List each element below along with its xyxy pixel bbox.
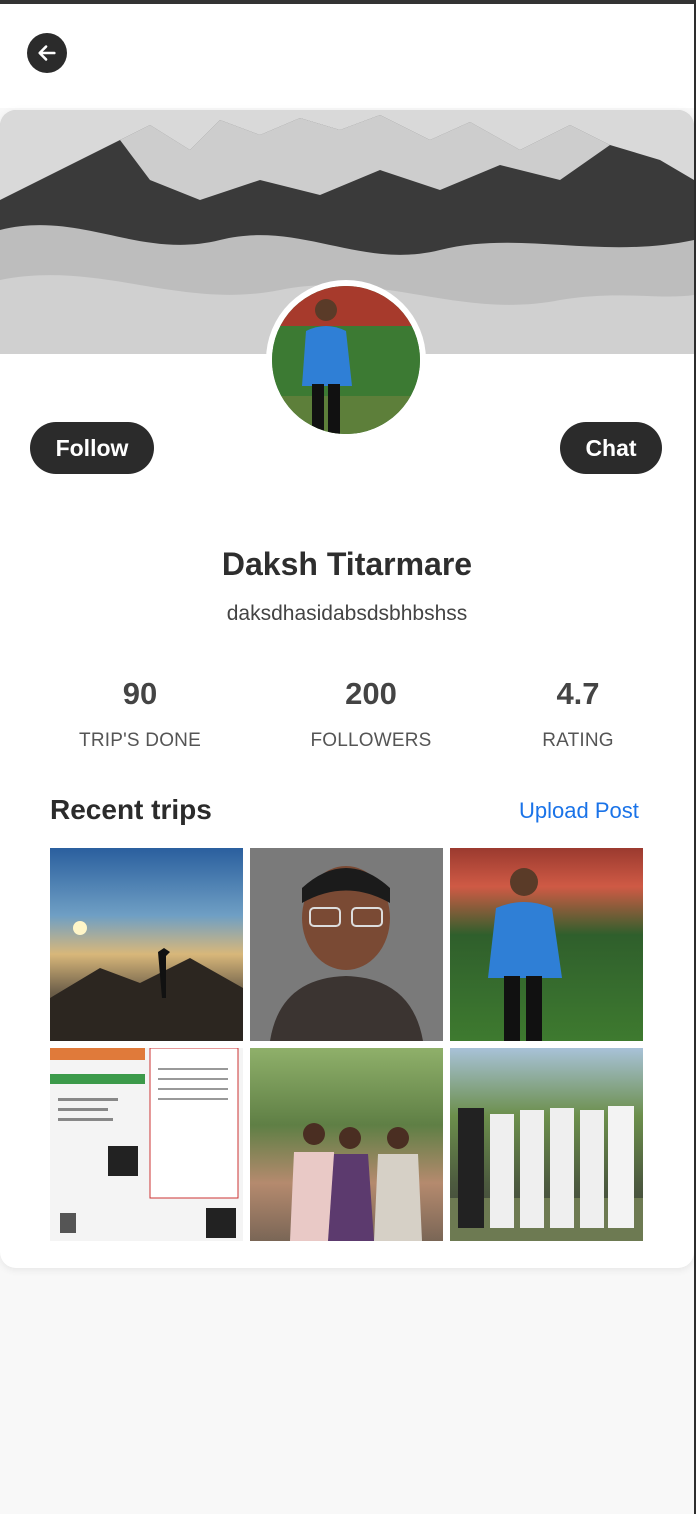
top-bar xyxy=(0,4,694,108)
avatar[interactable] xyxy=(272,286,420,434)
profile-card: Follow Chat Daksh Titarmare daksdhasidab… xyxy=(0,110,694,1268)
trip-photo-group[interactable] xyxy=(450,1048,643,1241)
avatar-photo xyxy=(272,286,420,434)
stat-value: 90 xyxy=(122,676,158,711)
chat-button[interactable]: Chat xyxy=(560,422,662,474)
avatar-frame xyxy=(266,280,426,440)
trip-photo-portrait[interactable] xyxy=(250,848,443,1041)
stat-value: 200 xyxy=(345,676,397,711)
trip-photo-blue-blazer[interactable] xyxy=(450,848,643,1041)
stat-label: RATING xyxy=(542,730,614,751)
arrow-left-icon xyxy=(38,45,56,61)
follow-button[interactable]: Follow xyxy=(30,422,154,474)
upload-post-link[interactable]: Upload Post xyxy=(519,798,639,824)
trip-photo-document[interactable] xyxy=(50,1048,243,1241)
recent-trips-grid xyxy=(50,848,644,1241)
trip-photo-friends[interactable] xyxy=(250,1048,443,1241)
stat-rating: 4.7 RATING xyxy=(528,676,628,752)
profile-handle: daksdhasidabsdsbhbshss xyxy=(226,602,468,625)
stat-value: 4.7 xyxy=(556,676,600,711)
trip-photo-sunrise[interactable] xyxy=(50,848,243,1041)
stat-trips: 90 TRIP'S DONE xyxy=(70,676,210,752)
recent-trips-title: Recent trips xyxy=(50,794,212,825)
profile-name: Daksh Titarmare xyxy=(221,546,473,582)
stat-label: FOLLOWERS xyxy=(310,730,432,751)
back-button[interactable] xyxy=(27,33,67,73)
stat-label: TRIP'S DONE xyxy=(79,730,201,751)
stat-followers: 200 FOLLOWERS xyxy=(300,676,442,752)
